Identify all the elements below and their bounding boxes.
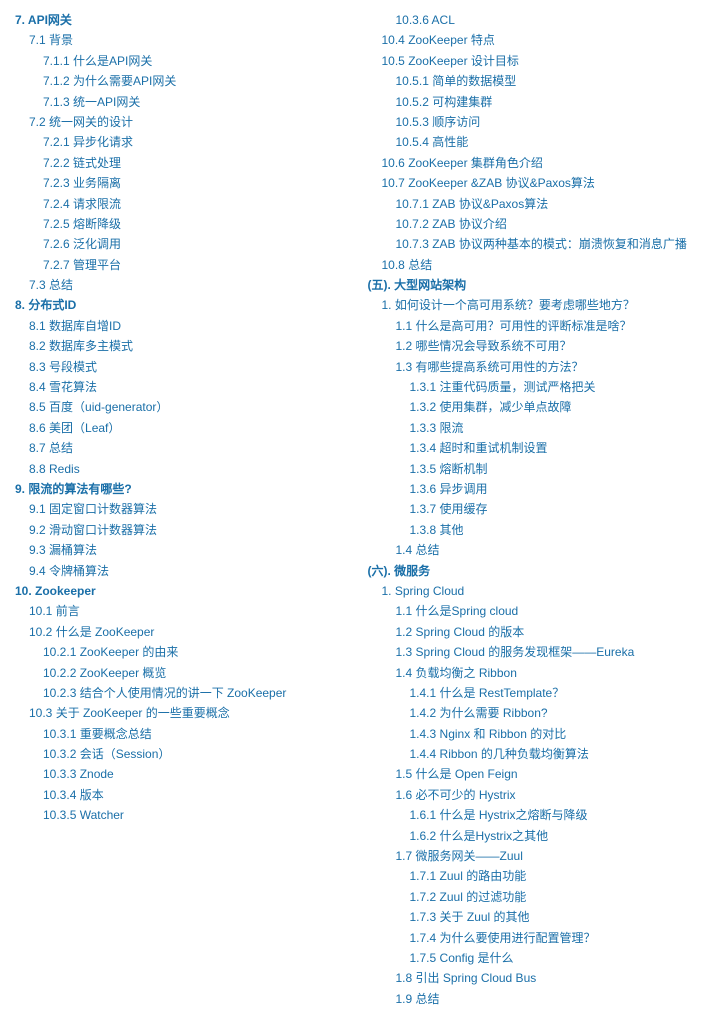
toc-item[interactable]: 1.3 有哪些提高系统可用性的方法？ (368, 357, 711, 377)
toc-item[interactable]: 1.1 什么是高可用？可用性的评断标准是啥？ (368, 316, 711, 336)
toc-item[interactable]: 1.3.7 使用缓存 (368, 499, 711, 519)
toc-item[interactable]: 7. API网关 (15, 10, 358, 30)
toc-item[interactable]: (六). 微服务 (368, 561, 711, 581)
toc-item[interactable]: 10.2.1 ZooKeeper 的由来 (15, 642, 358, 662)
toc-item[interactable]: 1.9 总结 (368, 989, 711, 1009)
toc-item[interactable]: 8.1 数据库自增ID (15, 316, 358, 336)
toc-item[interactable]: 1.6.1 什么是 Hystrix之熔断与降级 (368, 805, 711, 825)
toc-item[interactable]: 7.2.4 请求限流 (15, 194, 358, 214)
toc-item[interactable]: 10.7.3 ZAB 协议两种基本的模式：崩溃恢复和消息广播 (368, 234, 711, 254)
toc-item[interactable]: 1. 如何设计一个高可用系统？要考虑哪些地方？ (368, 295, 711, 315)
toc-item[interactable]: 1.3.6 异步调用 (368, 479, 711, 499)
left-column: 7. API网关7.1 背景7.1.1 什么是API网关7.1.2 为什么需要A… (15, 10, 358, 1009)
toc-item[interactable]: 1.7.2 Zuul 的过滤功能 (368, 887, 711, 907)
toc-item[interactable]: 8.3 号段模式 (15, 357, 358, 377)
toc-item[interactable]: 1. Spring Cloud (368, 581, 711, 601)
toc-item[interactable]: 1.3.8 其他 (368, 520, 711, 540)
toc-item[interactable]: 9.1 固定窗口计数器算法 (15, 499, 358, 519)
toc-item[interactable]: 7.2.3 业务隔离 (15, 173, 358, 193)
toc-item[interactable]: 10.2.3 结合个人使用情况的讲一下 ZooKeeper (15, 683, 358, 703)
toc-item[interactable]: 1.2 哪些情况会导致系统不可用？ (368, 336, 711, 356)
toc-item[interactable]: (五). 大型网站架构 (368, 275, 711, 295)
toc-item[interactable]: 10.3.6 ACL (368, 10, 711, 30)
toc-item[interactable]: 10.3.3 Znode (15, 764, 358, 784)
toc-item[interactable]: 1.3 Spring Cloud 的服务发现框架——Eureka (368, 642, 711, 662)
toc-item[interactable]: 1.2 Spring Cloud 的版本 (368, 622, 711, 642)
toc-item[interactable]: 10.3 关于 ZooKeeper 的一些重要概念 (15, 703, 358, 723)
toc-item[interactable]: 1.4 总结 (368, 540, 711, 560)
toc-item[interactable]: 1.7.1 Zuul 的路由功能 (368, 866, 711, 886)
toc-item[interactable]: 1.1 什么是Spring cloud (368, 601, 711, 621)
toc-item[interactable]: 1.7.4 为什么要使用进行配置管理？ (368, 928, 711, 948)
toc-item[interactable]: 7.2.2 链式处理 (15, 153, 358, 173)
toc-item[interactable]: 10.7 ZooKeeper &ZAB 协议&Paxos算法 (368, 173, 711, 193)
toc-item[interactable]: 10.3.1 重要概念总结 (15, 724, 358, 744)
toc-item[interactable]: 8.5 百度（uid-generator） (15, 397, 358, 417)
toc-item[interactable]: 7.1.1 什么是API网关 (15, 51, 358, 71)
toc-item[interactable]: 1.4.1 什么是 RestTemplate？ (368, 683, 711, 703)
toc-item[interactable]: 1.7.3 关于 Zuul 的其他 (368, 907, 711, 927)
toc-container: 7. API网关7.1 背景7.1.1 什么是API网关7.1.2 为什么需要A… (15, 10, 710, 1009)
right-column: 10.3.6 ACL10.4 ZooKeeper 特点10.5 ZooKeepe… (368, 10, 711, 1009)
toc-item[interactable]: 8.7 总结 (15, 438, 358, 458)
toc-item[interactable]: 7.2.6 泛化调用 (15, 234, 358, 254)
toc-item[interactable]: 9.3 漏桶算法 (15, 540, 358, 560)
toc-item[interactable]: 10.4 ZooKeeper 特点 (368, 30, 711, 50)
toc-item[interactable]: 1.3.3 限流 (368, 418, 711, 438)
toc-item[interactable]: 10. Zookeeper (15, 581, 358, 601)
toc-item[interactable]: 7.2.5 熔断降级 (15, 214, 358, 234)
toc-item[interactable]: 1.6.2 什么是Hystrix之其他 (368, 826, 711, 846)
toc-item[interactable]: 7.2.1 异步化请求 (15, 132, 358, 152)
toc-item[interactable]: 8.2 数据库多主模式 (15, 336, 358, 356)
toc-item[interactable]: 8.6 美团（Leaf） (15, 418, 358, 438)
toc-item[interactable]: 7.1.3 统一API网关 (15, 92, 358, 112)
toc-item[interactable]: 10.2 什么是 ZooKeeper (15, 622, 358, 642)
toc-item[interactable]: 10.3.5 Watcher (15, 805, 358, 825)
toc-item[interactable]: 7.1.2 为什么需要API网关 (15, 71, 358, 91)
toc-item[interactable]: 1.7 微服务网关——Zuul (368, 846, 711, 866)
toc-item[interactable]: 1.3.5 熔断机制 (368, 459, 711, 479)
toc-item[interactable]: 10.3.2 会话（Session） (15, 744, 358, 764)
toc-item[interactable]: 9.2 滑动窗口计数器算法 (15, 520, 358, 540)
toc-item[interactable]: 10.5.1 简单的数据模型 (368, 71, 711, 91)
toc-item[interactable]: 1.3.4 超时和重试机制设置 (368, 438, 711, 458)
toc-item[interactable]: 9.4 令牌桶算法 (15, 561, 358, 581)
toc-item[interactable]: 1.4.4 Ribbon 的几种负载均衡算法 (368, 744, 711, 764)
toc-item[interactable]: 10.7.1 ZAB 协议&Paxos算法 (368, 194, 711, 214)
toc-item[interactable]: 10.5.2 可构建集群 (368, 92, 711, 112)
toc-item[interactable]: 10.5.3 顺序访问 (368, 112, 711, 132)
toc-item[interactable]: 10.1 前言 (15, 601, 358, 621)
toc-item[interactable]: 7.2.7 管理平台 (15, 255, 358, 275)
toc-item[interactable]: 1.4.2 为什么需要 Ribbon? (368, 703, 711, 723)
toc-item[interactable]: 1.4.3 Nginx 和 Ribbon 的对比 (368, 724, 711, 744)
toc-item[interactable]: 10.6 ZooKeeper 集群角色介绍 (368, 153, 711, 173)
toc-item[interactable]: 10.5 ZooKeeper 设计目标 (368, 51, 711, 71)
toc-item[interactable]: 7.1 背景 (15, 30, 358, 50)
toc-item[interactable]: 1.7.5 Config 是什么 (368, 948, 711, 968)
toc-item[interactable]: 1.5 什么是 Open Feign (368, 764, 711, 784)
toc-item[interactable]: 8. 分布式ID (15, 295, 358, 315)
toc-item[interactable]: 1.6 必不可少的 Hystrix (368, 785, 711, 805)
toc-item[interactable]: 1.3.1 注重代码质量，测试严格把关 (368, 377, 711, 397)
toc-item[interactable]: 8.8 Redis (15, 459, 358, 479)
toc-item[interactable]: 10.2.2 ZooKeeper 概览 (15, 663, 358, 683)
toc-item[interactable]: 1.8 引出 Spring Cloud Bus (368, 968, 711, 988)
toc-item[interactable]: 1.4 负载均衡之 Ribbon (368, 663, 711, 683)
toc-item[interactable]: 8.4 雪花算法 (15, 377, 358, 397)
toc-item[interactable]: 7.2 统一网关的设计 (15, 112, 358, 132)
toc-item[interactable]: 10.8 总结 (368, 255, 711, 275)
toc-item[interactable]: 10.7.2 ZAB 协议介绍 (368, 214, 711, 234)
toc-item[interactable]: 9. 限流的算法有哪些? (15, 479, 358, 499)
toc-item[interactable]: 10.5.4 高性能 (368, 132, 711, 152)
toc-item[interactable]: 1.3.2 使用集群，减少单点故障 (368, 397, 711, 417)
toc-item[interactable]: 7.3 总结 (15, 275, 358, 295)
toc-item[interactable]: 10.3.4 版本 (15, 785, 358, 805)
